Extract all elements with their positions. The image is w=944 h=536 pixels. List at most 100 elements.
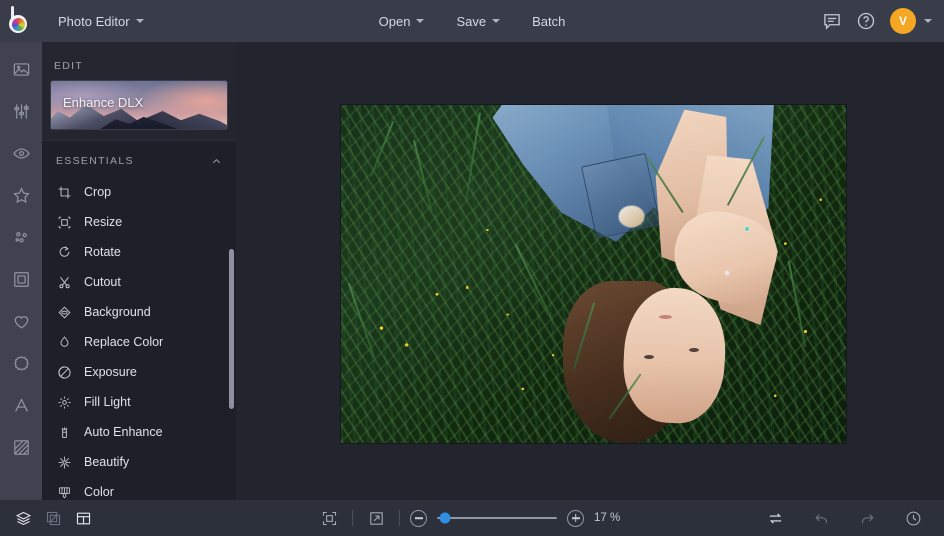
panel-title: EDIT <box>42 42 236 80</box>
rail-item-particles[interactable] <box>6 222 36 252</box>
zoom-out-button[interactable] <box>410 510 427 527</box>
menu-item-background[interactable]: Background <box>42 297 236 327</box>
menu-item-label: Beautify <box>84 455 129 469</box>
fill-light-icon <box>56 394 72 410</box>
heart-icon <box>12 312 31 331</box>
texture-icon <box>12 438 31 457</box>
top-bar: Photo Editor Open Save Batch <box>0 0 944 42</box>
redo-button[interactable] <box>854 505 880 531</box>
app-logo[interactable] <box>0 0 42 42</box>
panel-scrollbar[interactable] <box>229 249 234 409</box>
essentials-header[interactable]: ESSENTIALS <box>42 141 236 177</box>
droplet-icon <box>56 334 72 350</box>
frame-icon <box>12 270 31 289</box>
scissors-icon <box>56 274 72 290</box>
menu-item-label: Background <box>84 305 151 319</box>
particles-icon <box>12 228 31 247</box>
fit-to-screen-icon <box>321 510 338 527</box>
history-button[interactable] <box>900 505 926 531</box>
grid-layout-icon <box>75 510 92 527</box>
overlay-button[interactable] <box>40 505 66 531</box>
actual-size-icon <box>368 510 385 527</box>
app-body: EDIT Enhance DLX ESSENTIALS <box>0 42 944 500</box>
enhance-dlx-label: Enhance DLX <box>63 95 143 110</box>
rail-item-frame[interactable] <box>6 264 36 294</box>
menu-item-label: Replace Color <box>84 335 163 349</box>
open-button[interactable]: Open <box>367 9 437 34</box>
crop-icon <box>56 184 72 200</box>
batch-button[interactable]: Batch <box>520 9 577 34</box>
bottom-bar-right <box>762 505 944 531</box>
menu-item-label: Rotate <box>84 245 121 259</box>
photo-editor-app: Photo Editor Open Save Batch <box>0 0 944 536</box>
menu-item-label: Fill Light <box>84 395 131 409</box>
undo-button[interactable] <box>808 505 834 531</box>
menu-item-auto-enhance[interactable]: Auto Enhance <box>42 417 236 447</box>
rail-item-texture[interactable] <box>6 432 36 462</box>
help-icon[interactable] <box>856 11 876 31</box>
menu-item-replace-color[interactable]: Replace Color <box>42 327 236 357</box>
redo-icon <box>859 510 876 527</box>
bottom-bar-left <box>0 505 96 531</box>
eye-icon <box>12 144 31 163</box>
exposure-icon <box>56 364 72 380</box>
app-name-menu[interactable]: Photo Editor <box>48 9 154 34</box>
menu-item-label: Crop <box>84 185 111 199</box>
app-name-label: Photo Editor <box>58 14 130 29</box>
badge-icon <box>12 354 31 373</box>
save-button-label: Save <box>456 14 486 29</box>
enhance-dlx-promo[interactable]: Enhance DLX <box>50 80 228 130</box>
rail-item-eye[interactable] <box>6 138 36 168</box>
image-icon <box>12 60 31 79</box>
undo-icon <box>813 510 830 527</box>
rail-item-text[interactable] <box>6 390 36 420</box>
menu-item-rotate[interactable]: Rotate <box>42 237 236 267</box>
rail-item-star[interactable] <box>6 180 36 210</box>
zoom-level-value: 17 % <box>594 512 628 524</box>
grid-layout-button[interactable] <box>70 505 96 531</box>
compare-icon <box>767 510 784 527</box>
layers-icon <box>15 510 32 527</box>
compare-button[interactable] <box>762 505 788 531</box>
menu-item-label: Auto Enhance <box>84 425 163 439</box>
menu-item-label: Resize <box>84 215 122 229</box>
rail-item-adjustments[interactable] <box>6 96 36 126</box>
layers-button[interactable] <box>10 505 36 531</box>
tool-rail <box>0 42 42 500</box>
top-bar-right: V <box>822 8 944 34</box>
menu-item-fill-light[interactable]: Fill Light <box>42 387 236 417</box>
zoom-slider-knob[interactable] <box>440 513 451 524</box>
avatar[interactable]: V <box>890 8 916 34</box>
essentials-label: ESSENTIALS <box>56 155 134 167</box>
zoom-slider-track <box>437 517 557 519</box>
toolbar-divider <box>352 510 353 526</box>
menu-item-label: Exposure <box>84 365 137 379</box>
save-button[interactable]: Save <box>444 9 512 34</box>
rotate-icon <box>56 244 72 260</box>
actual-size-button[interactable] <box>363 505 389 531</box>
beautify-icon <box>56 454 72 470</box>
menu-item-beautify[interactable]: Beautify <box>42 447 236 477</box>
rail-item-image[interactable] <box>6 54 36 84</box>
photo-canvas[interactable] <box>341 105 846 443</box>
zoom-slider[interactable] <box>437 510 557 526</box>
fit-to-screen-button[interactable] <box>316 505 342 531</box>
chevron-down-icon[interactable] <box>924 19 932 23</box>
chevron-up-icon[interactable] <box>211 156 222 167</box>
chat-icon[interactable] <box>822 11 842 31</box>
menu-item-exposure[interactable]: Exposure <box>42 357 236 387</box>
menu-item-crop[interactable]: Crop <box>42 177 236 207</box>
text-icon <box>12 396 31 415</box>
essentials-menu-list: Crop Resize <box>42 177 236 500</box>
batch-button-label: Batch <box>532 14 565 29</box>
chevron-down-icon <box>136 19 144 23</box>
menu-item-cutout[interactable]: Cutout <box>42 267 236 297</box>
menu-item-resize[interactable]: Resize <box>42 207 236 237</box>
zoom-in-button[interactable] <box>567 510 584 527</box>
canvas-area[interactable] <box>236 42 944 500</box>
rail-item-badge[interactable] <box>6 348 36 378</box>
menu-item-color[interactable]: Color <box>42 477 236 500</box>
diamond-icon <box>56 304 72 320</box>
chevron-down-icon <box>416 19 424 23</box>
rail-item-heart[interactable] <box>6 306 36 336</box>
